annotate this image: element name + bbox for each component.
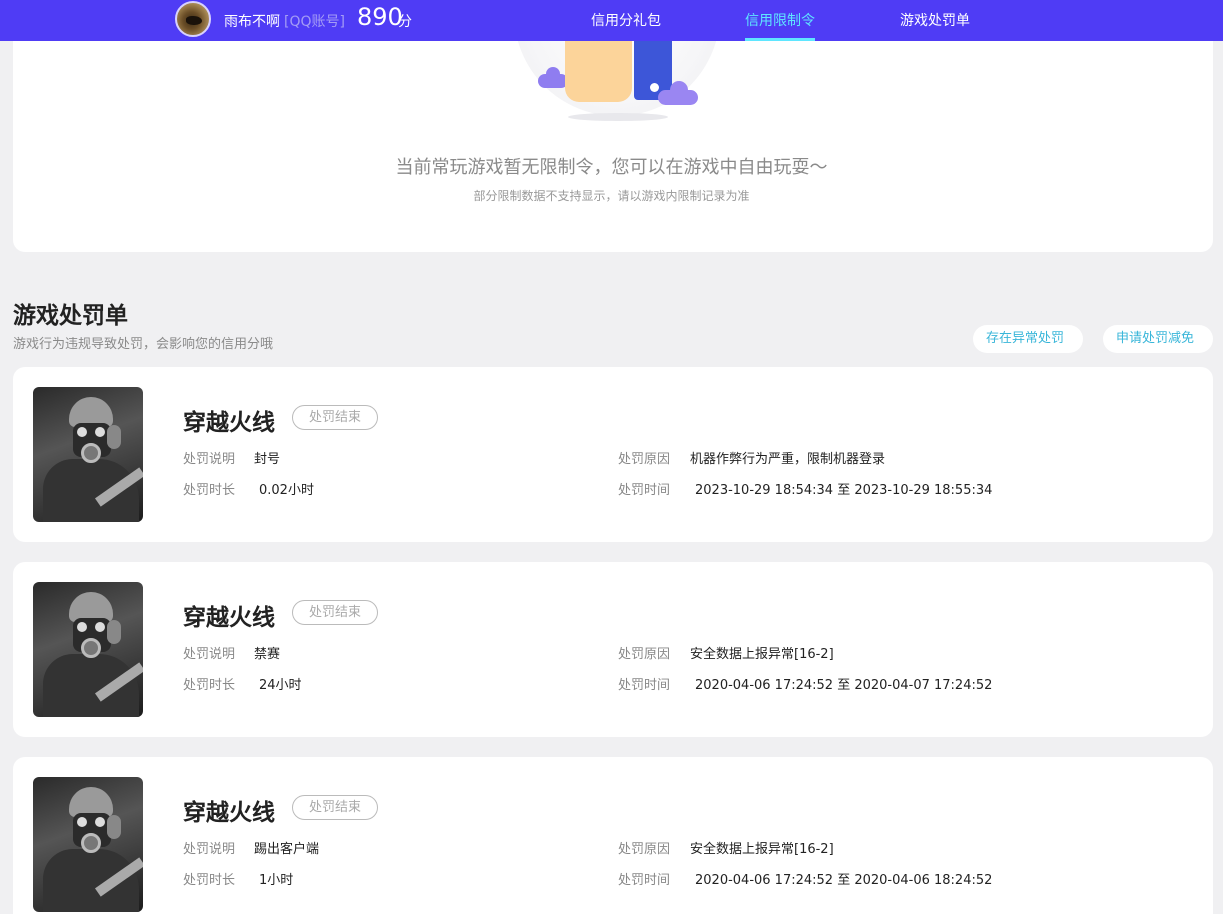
illustration-shadow xyxy=(568,113,668,121)
time-label: 处罚时间 xyxy=(618,873,671,888)
tab-game-penalty[interactable]: 游戏处罚单 xyxy=(900,10,970,30)
cloud-icon xyxy=(658,81,698,105)
time-value: 2020-04-06 17:24:52 至 2020-04-07 17:24:5… xyxy=(695,678,993,693)
credit-score: 890 xyxy=(357,3,403,31)
score-unit: 分 xyxy=(398,14,412,30)
duration-label: 处罚时长 xyxy=(183,678,236,693)
reason-value: 安全数据上报异常[16-2] xyxy=(690,842,834,857)
reason-value: 机器作弊行为严重，限制机器登录 xyxy=(690,452,886,467)
description-label: 处罚说明 xyxy=(183,452,236,467)
report-abnormal-penalty-button[interactable]: 存在异常处罚 xyxy=(973,325,1083,353)
active-tab-indicator xyxy=(745,38,815,41)
penalty-card: 穿越火线 处罚结束 处罚说明 禁赛 处罚时长 24小时 处罚原因 安全数据上报异… xyxy=(13,562,1213,737)
description-label: 处罚说明 xyxy=(183,842,236,857)
reason-value: 安全数据上报异常[16-2] xyxy=(690,647,834,662)
section-description: 游戏行为违规导致处罚，会影响您的信用分哦 xyxy=(13,337,274,352)
duration-value: 24小时 xyxy=(259,678,302,693)
status-badge: 处罚结束 xyxy=(292,795,378,820)
reason-label: 处罚原因 xyxy=(618,452,671,467)
section-title: 游戏处罚单 xyxy=(13,303,128,329)
restriction-card xyxy=(13,20,1213,252)
time-value: 2023-10-29 18:54:34 至 2023-10-29 18:55:3… xyxy=(695,483,993,498)
penalty-card: 穿越火线 处罚结束 处罚说明 踢出客户端 处罚时长 1小时 处罚原因 安全数据上… xyxy=(13,757,1213,914)
game-cover-image xyxy=(33,387,143,522)
tab-credit-restriction[interactable]: 信用限制令 xyxy=(745,10,815,30)
game-name: 穿越火线 xyxy=(183,800,275,826)
reason-label: 处罚原因 xyxy=(618,647,671,662)
game-cover-image xyxy=(33,582,143,717)
avatar[interactable] xyxy=(175,1,211,37)
duration-label: 处罚时长 xyxy=(183,483,236,498)
username: 雨布不啊 xyxy=(224,14,280,30)
empty-message: 当前常玩游戏暂无限制令，您可以在游戏中自由玩耍～ xyxy=(395,157,828,178)
phone-button xyxy=(650,83,659,92)
description-value: 踢出客户端 xyxy=(254,842,320,857)
duration-value: 1小时 xyxy=(259,873,294,888)
description-value: 禁赛 xyxy=(254,647,281,662)
game-name: 穿越火线 xyxy=(183,605,275,631)
apply-penalty-reduction-button[interactable]: 申请处罚减免 xyxy=(1103,325,1213,353)
empty-note: 部分限制数据不支持显示，请以游戏内限制记录为准 xyxy=(473,189,750,203)
game-name: 穿越火线 xyxy=(183,410,275,436)
tab-credit-gift[interactable]: 信用分礼包 xyxy=(591,10,661,30)
cloud-icon xyxy=(538,67,568,88)
account-type: [QQ账号] xyxy=(284,14,345,30)
game-cover-image xyxy=(33,777,143,912)
top-bar: 雨布不啊 [QQ账号] 890 分 信用分礼包 信用限制令 游戏处罚单 xyxy=(0,0,1223,41)
penalty-card: 穿越火线 处罚结束 处罚说明 封号 处罚时长 0.02小时 处罚原因 机器作弊行… xyxy=(13,367,1213,542)
status-badge: 处罚结束 xyxy=(292,600,378,625)
reason-label: 处罚原因 xyxy=(618,842,671,857)
time-value: 2020-04-06 17:24:52 至 2020-04-06 18:24:5… xyxy=(695,873,993,888)
time-label: 处罚时间 xyxy=(618,678,671,693)
duration-value: 0.02小时 xyxy=(259,483,314,498)
description-value: 封号 xyxy=(254,452,281,467)
duration-label: 处罚时长 xyxy=(183,873,236,888)
status-badge: 处罚结束 xyxy=(292,405,378,430)
time-label: 处罚时间 xyxy=(618,483,671,498)
description-label: 处罚说明 xyxy=(183,647,236,662)
